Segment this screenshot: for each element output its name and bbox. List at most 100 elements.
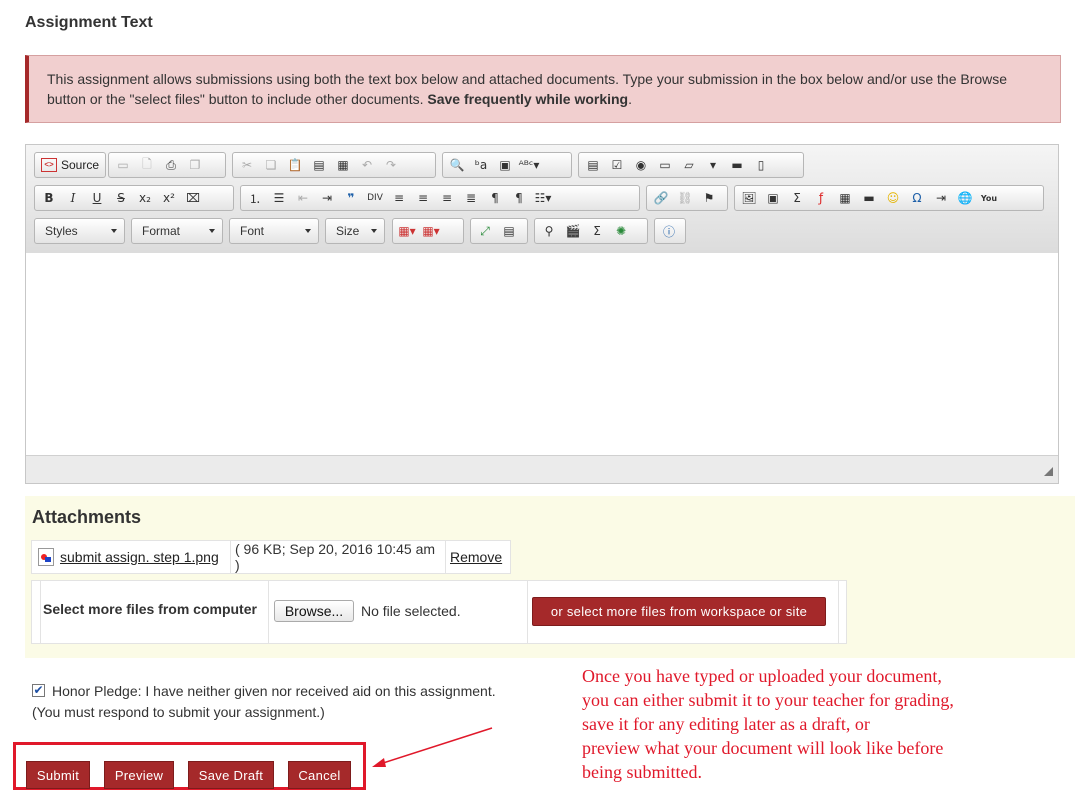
insert-group: 🖼 ▣ Σ ƒ ▦ ▬ ☺ Ω ⇥ 🌐 You: [734, 185, 1044, 211]
browse-button[interactable]: Browse...: [274, 600, 354, 622]
find-icon[interactable]: 🔍: [445, 154, 469, 176]
select-field-icon[interactable]: ▾: [701, 154, 725, 176]
ltr-icon[interactable]: ¶: [483, 187, 507, 209]
italic-icon[interactable]: I: [61, 187, 85, 209]
remove-link[interactable]: Remove: [450, 549, 502, 565]
file-meta: ( 96 KB; Sep 20, 2016 10:45 am ): [231, 541, 446, 573]
checkbox-icon[interactable]: ☑: [605, 154, 629, 176]
form-elements-group: ▤ ☑ ◉ ▭ ▱ ▾ ▬ ▯: [578, 152, 804, 178]
new-page-icon[interactable]: ▭: [111, 154, 135, 176]
unlink-icon[interactable]: ⛓: [673, 187, 697, 209]
align-center-icon[interactable]: ≡: [411, 187, 435, 209]
paste-icon[interactable]: 📋: [283, 154, 307, 176]
align-left-icon[interactable]: ≡: [387, 187, 411, 209]
text-color-icon[interactable]: ▦▾: [395, 220, 419, 242]
extras-group: ⚲ 🎬 Σ ✺: [534, 218, 648, 244]
spellcheck-icon[interactable]: ᴬᴮᶜ▾: [517, 154, 541, 176]
pin-icon[interactable]: ⚲: [537, 220, 561, 242]
flash-icon[interactable]: ƒ: [809, 187, 833, 209]
outdent-icon[interactable]: ⇤: [291, 187, 315, 209]
editor-content-area[interactable]: [26, 253, 1058, 456]
align-right-icon[interactable]: ≡: [435, 187, 459, 209]
indent-icon[interactable]: ⇥: [315, 187, 339, 209]
justify-icon[interactable]: ≣: [459, 187, 483, 209]
horizontal-rule-icon[interactable]: ▬: [857, 187, 881, 209]
resize-handle-icon[interactable]: [1044, 467, 1053, 476]
select-workspace-files-button[interactable]: or select more files from workspace or s…: [532, 597, 826, 626]
submit-button[interactable]: Submit: [26, 761, 90, 789]
undo-icon[interactable]: ↶: [355, 154, 379, 176]
bold-icon[interactable]: B: [37, 187, 61, 209]
textfield-icon[interactable]: ▭: [653, 154, 677, 176]
image-file-icon: [38, 548, 54, 566]
remove-cell: Remove: [446, 541, 510, 573]
annotation-line: preview what your document will look lik…: [582, 738, 944, 758]
numbered-list-icon[interactable]: ⒈: [243, 187, 267, 209]
cut-icon[interactable]: ✂: [235, 154, 259, 176]
find-group: 🔍 ᵇa ▣ ᴬᴮᶜ▾: [442, 152, 572, 178]
replace-icon[interactable]: ᵇa: [469, 154, 493, 176]
link-icon[interactable]: 🔗: [649, 187, 673, 209]
honor-pledge-checkbox[interactable]: ✔: [32, 684, 45, 697]
globe-icon[interactable]: 🌐: [953, 187, 977, 209]
font-dropdown[interactable]: Font: [229, 218, 319, 244]
print-icon[interactable]: ⎙: [159, 154, 183, 176]
source-button[interactable]: <> Source: [34, 152, 106, 178]
preview-button[interactable]: Preview: [104, 761, 174, 789]
hidden-field-icon[interactable]: ▯: [749, 154, 773, 176]
radio-icon[interactable]: ◉: [629, 154, 653, 176]
honor-pledge-note: (You must respond to submit your assignm…: [32, 704, 325, 720]
sunburst-icon[interactable]: ✺: [609, 220, 633, 242]
info-icon[interactable]: ⓘ: [657, 220, 681, 242]
remove-format-icon[interactable]: ⌧: [181, 187, 205, 209]
cancel-button[interactable]: Cancel: [288, 761, 351, 789]
blockquote-icon[interactable]: ❞: [339, 187, 363, 209]
templates-icon[interactable]: ❐: [183, 154, 207, 176]
attachments-title: Attachments: [32, 507, 142, 527]
attached-file-row: submit assign. step 1.png ( 96 KB; Sep 2…: [31, 540, 511, 574]
strike-icon[interactable]: S: [109, 187, 133, 209]
show-blocks-icon[interactable]: ▤: [497, 220, 521, 242]
paste-text-icon[interactable]: ▤: [307, 154, 331, 176]
media-icon[interactable]: ▣: [761, 187, 785, 209]
movie-icon[interactable]: 🎬: [561, 220, 585, 242]
maximize-icon[interactable]: ⤢: [473, 220, 497, 242]
subscript-icon[interactable]: x₂: [133, 187, 157, 209]
math-icon[interactable]: Σ: [585, 220, 609, 242]
table-grid-icon[interactable]: ▦▾: [419, 220, 443, 242]
form-icon[interactable]: ▤: [581, 154, 605, 176]
annotation-line: Once you have typed or uploaded your doc…: [582, 666, 942, 686]
page-break-icon[interactable]: ⇥: [929, 187, 953, 209]
image-icon[interactable]: 🖼: [737, 187, 761, 209]
annotation-line: being submitted.: [582, 762, 702, 782]
smiley-icon[interactable]: ☺: [881, 187, 905, 209]
document-tools-group: ▭ 🗋 ⎙ ❐: [108, 152, 226, 178]
table-icon[interactable]: ▦: [833, 187, 857, 209]
font-label: Font: [240, 224, 265, 238]
bullet-list-icon[interactable]: ☰: [267, 187, 291, 209]
special-char-icon[interactable]: Ω: [905, 187, 929, 209]
rtl-icon[interactable]: ¶: [507, 187, 531, 209]
textarea-icon[interactable]: ▱: [677, 154, 701, 176]
format-dropdown[interactable]: Format: [131, 218, 223, 244]
size-dropdown[interactable]: Size: [325, 218, 385, 244]
chevron-down-icon: [111, 229, 117, 233]
paste-word-icon[interactable]: ▦: [331, 154, 355, 176]
save-draft-button[interactable]: Save Draft: [188, 761, 274, 789]
language-icon[interactable]: ☷▾: [531, 187, 555, 209]
div-icon[interactable]: DIV: [363, 187, 387, 209]
links-group: 🔗 ⛓ ⚑: [646, 185, 728, 211]
file-name-link[interactable]: submit assign. step 1.png: [60, 549, 219, 565]
youtube-icon[interactable]: You: [977, 187, 1001, 209]
preview-page-icon[interactable]: 🗋: [135, 154, 159, 176]
anchor-icon[interactable]: ⚑: [697, 187, 721, 209]
copy-icon[interactable]: ❏: [259, 154, 283, 176]
superscript-icon[interactable]: x²: [157, 187, 181, 209]
styles-dropdown[interactable]: Styles: [34, 218, 125, 244]
sigma-icon[interactable]: Σ: [785, 187, 809, 209]
section-title: Assignment Text: [25, 14, 153, 31]
underline-icon[interactable]: U: [85, 187, 109, 209]
redo-icon[interactable]: ↷: [379, 154, 403, 176]
button-field-icon[interactable]: ▬: [725, 154, 749, 176]
select-all-icon[interactable]: ▣: [493, 154, 517, 176]
